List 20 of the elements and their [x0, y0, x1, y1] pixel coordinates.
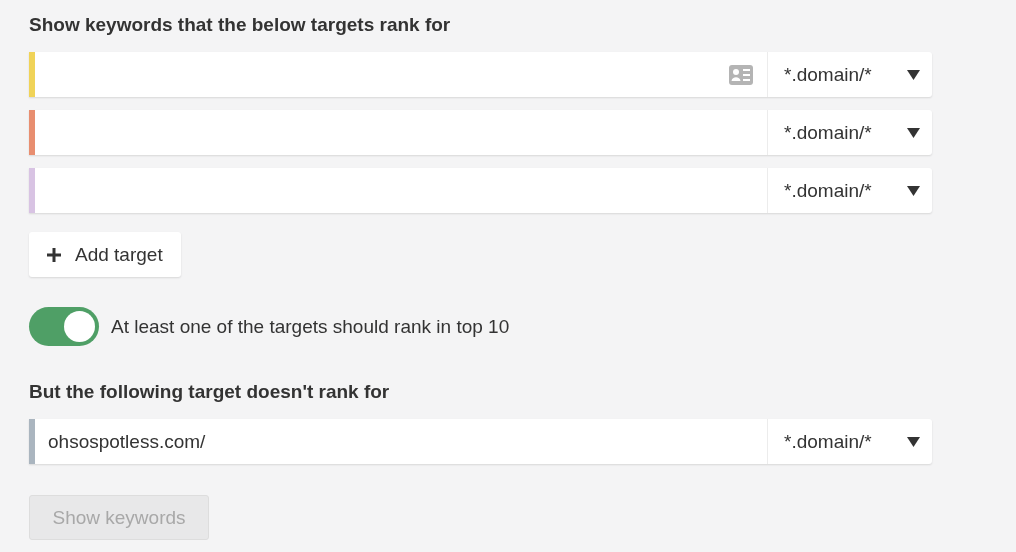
contact-card-icon[interactable]: [729, 64, 753, 85]
scope-dropdown[interactable]: *.domain/*: [768, 419, 932, 464]
scope-dropdown[interactable]: *.domain/*: [768, 110, 932, 155]
target-field[interactable]: [29, 52, 768, 97]
field-value: ohsospotless.com/: [48, 430, 206, 453]
section-heading: Show keywords that the below targets rank for: [29, 13, 452, 37]
caret-icon: [907, 185, 920, 196]
scope-dropdown[interactable]: *.domain/*: [768, 168, 932, 213]
toggle-switch[interactable]: [29, 307, 99, 346]
target-field[interactable]: [29, 110, 768, 155]
target-field[interactable]: [29, 168, 768, 213]
caret-icon: [907, 69, 920, 80]
toggle-label: At least one of the targets should rank in top 10: [111, 315, 510, 338]
add-target-button[interactable]: Add target: [29, 232, 181, 277]
target-field[interactable]: ohsospotless.com/: [29, 419, 768, 464]
scope-dropdown[interactable]: *.domain/*: [768, 52, 932, 97]
caret-icon: [907, 436, 920, 447]
section-heading: But the following target doesn't rank for: [29, 380, 391, 404]
plus-icon: [47, 247, 61, 262]
caret-icon: [907, 127, 920, 138]
